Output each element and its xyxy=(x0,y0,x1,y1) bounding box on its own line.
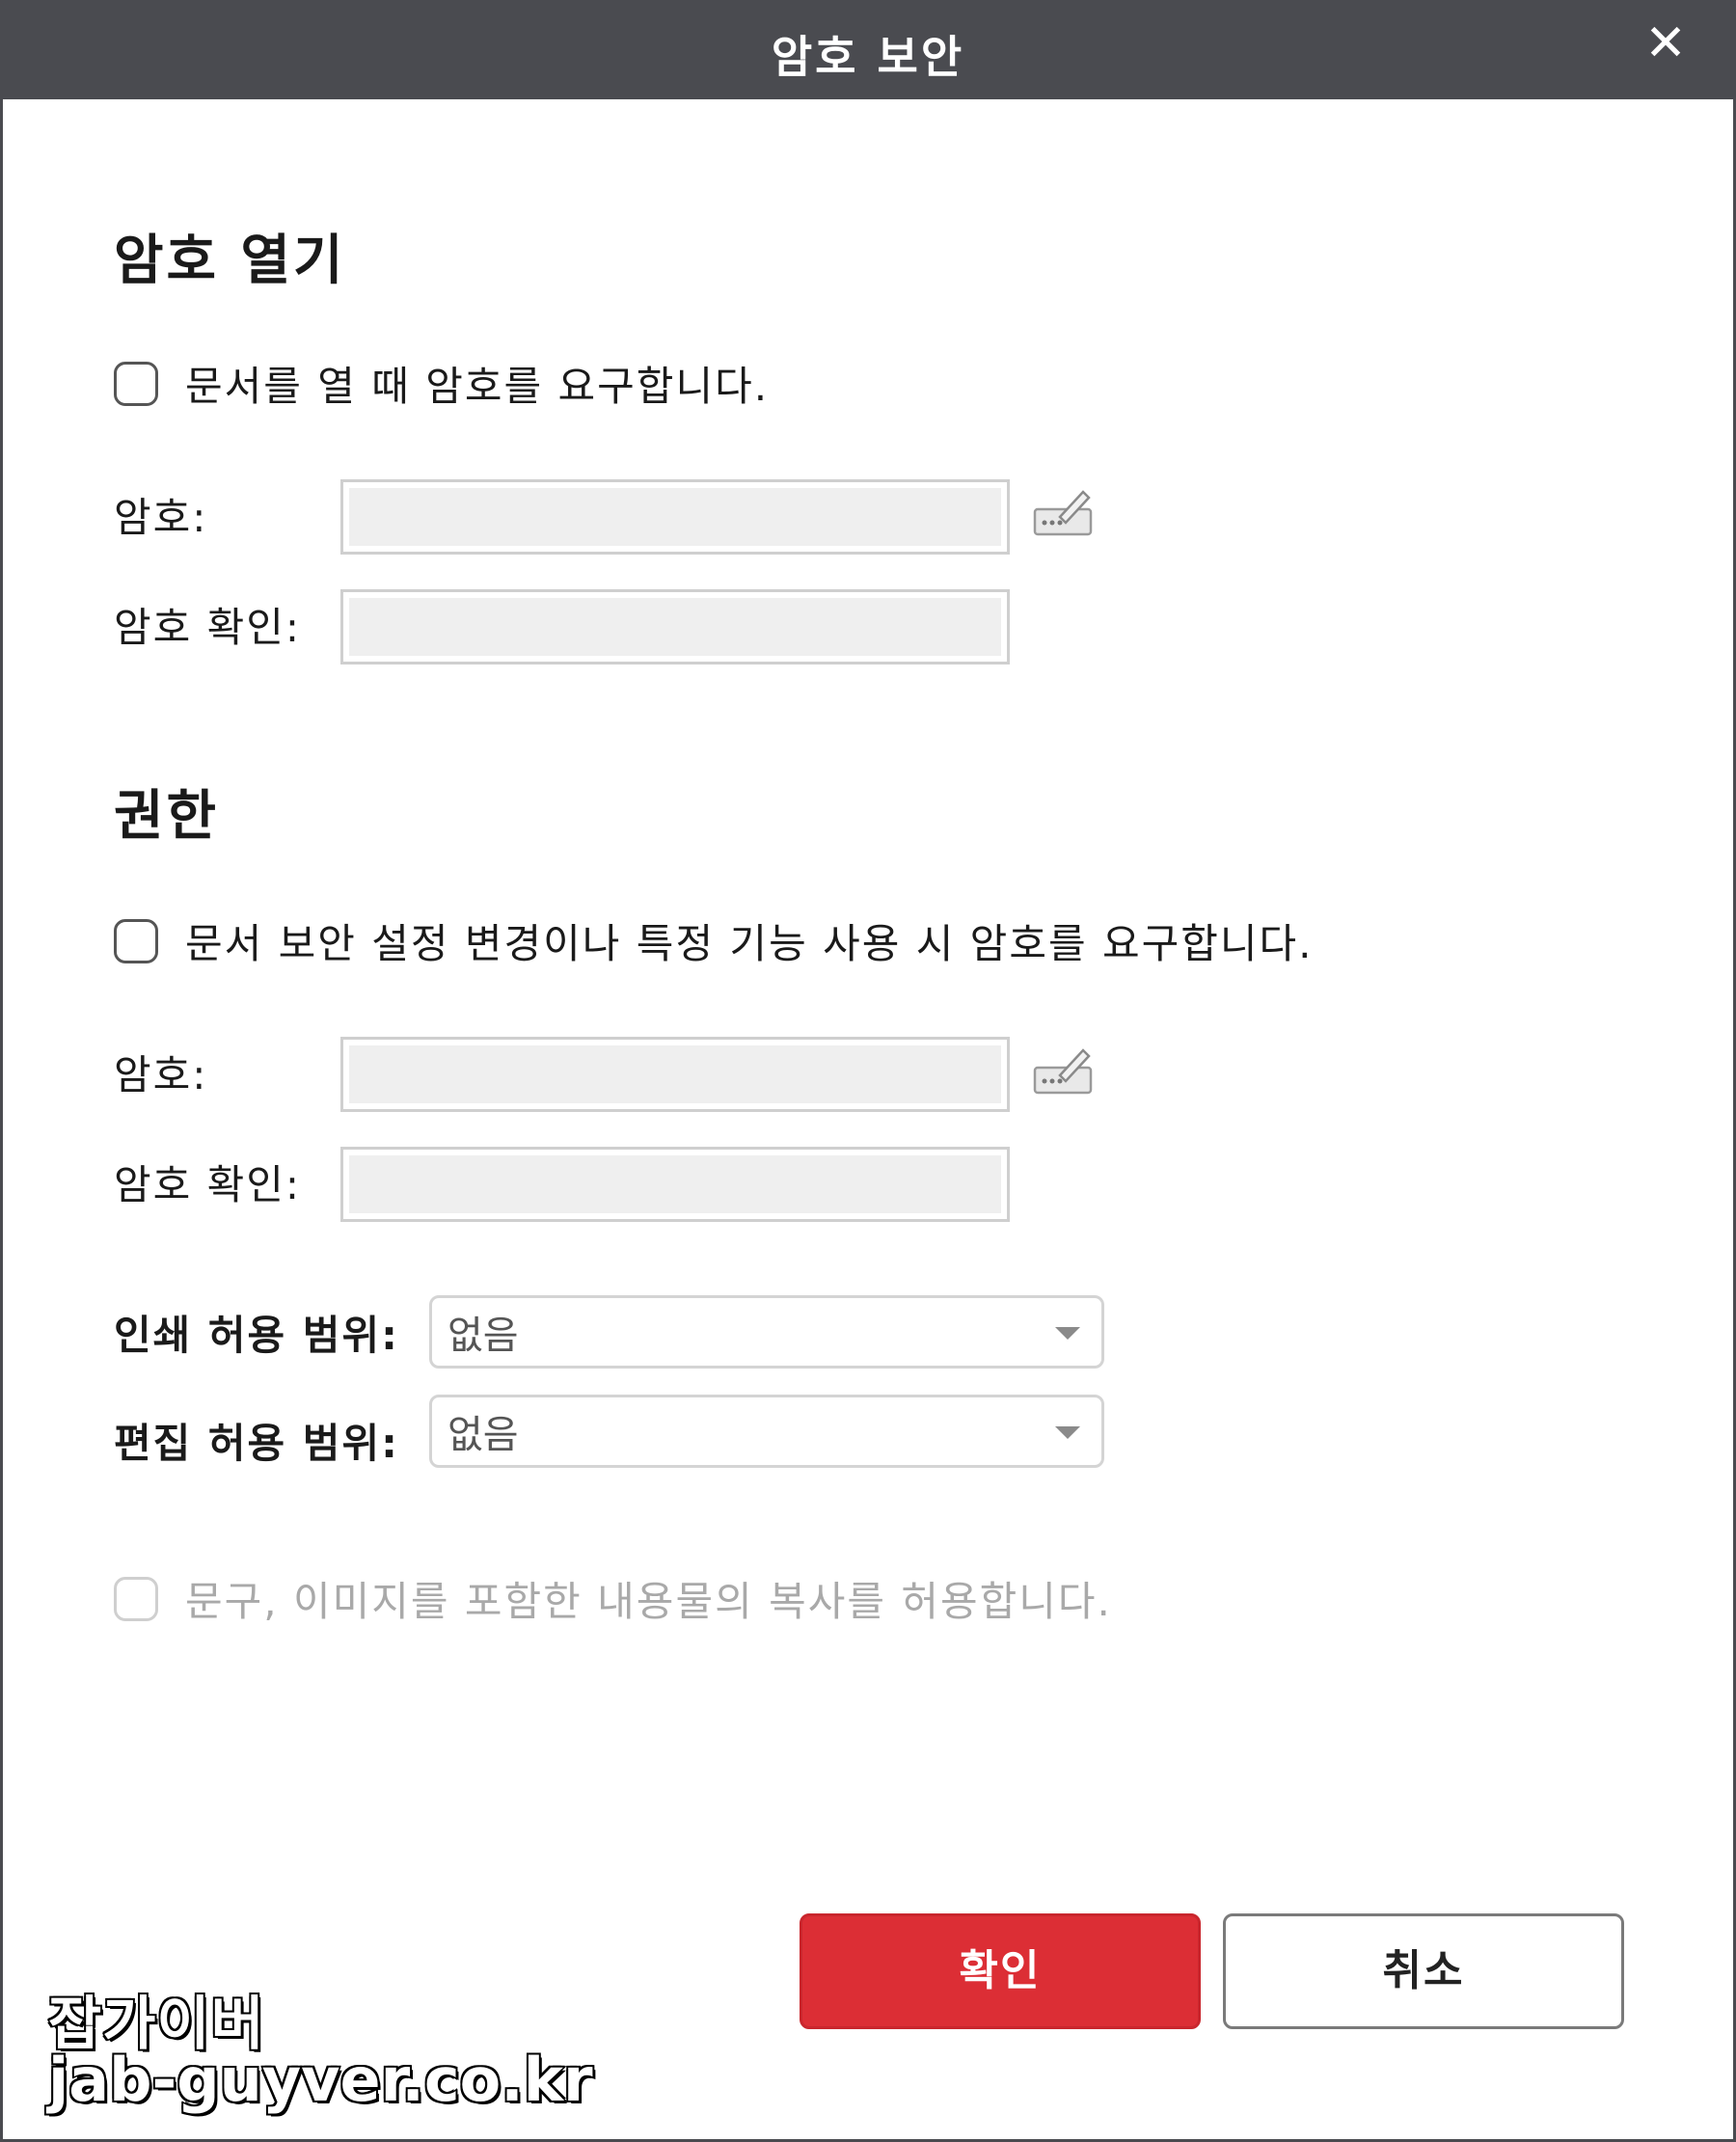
require-permissions-password-checkbox[interactable] xyxy=(114,918,158,963)
permissions-password-confirm-field[interactable] xyxy=(340,1147,1010,1222)
require-permissions-password-label: 문서 보안 설정 변경이나 특정 기능 사용 시 암호를 요구합니다. xyxy=(185,920,1314,967)
permissions-password-label: 암호: xyxy=(114,1051,208,1098)
open-password-input[interactable] xyxy=(349,488,1001,546)
require-open-password-label: 문서를 열 때 암호를 요구합니다. xyxy=(185,363,770,410)
permissions-password-confirm-input[interactable] xyxy=(349,1155,1001,1213)
require-open-password-checkbox[interactable] xyxy=(114,361,158,406)
open-password-confirm-input[interactable] xyxy=(349,598,1001,656)
open-password-field[interactable] xyxy=(340,479,1010,555)
watermark-url: jab-guyver.co.kr xyxy=(47,2044,595,2117)
print-allowed-value: 없음 xyxy=(448,1314,519,1358)
password-security-dialog: 암호 보안 ✕ 암호 열기 문서를 열 때 암호를 요구합니다. 암호: 암호 … xyxy=(0,0,1736,2142)
permissions-section-title: 권한 xyxy=(114,785,220,848)
cancel-button[interactable]: 취소 xyxy=(1223,1913,1624,2029)
print-allowed-label: 인쇄 허용 범위: xyxy=(114,1312,399,1359)
edit-password-icon[interactable] xyxy=(1031,488,1095,540)
open-password-section-title: 암호 열기 xyxy=(114,230,346,292)
allow-copy-row: 문구, 이미지를 포함한 내용물의 복사를 허용합니다. xyxy=(114,1569,1112,1628)
require-open-password-row[interactable]: 문서를 열 때 암호를 요구합니다. xyxy=(114,354,769,413)
edit-permissions-password-icon[interactable] xyxy=(1031,1046,1095,1098)
chevron-down-icon xyxy=(1055,1327,1080,1340)
ok-button[interactable]: 확인 xyxy=(800,1913,1201,2029)
close-icon[interactable]: ✕ xyxy=(1641,18,1691,68)
open-password-confirm-field[interactable] xyxy=(340,589,1010,664)
permissions-password-input[interactable] xyxy=(349,1045,1001,1103)
allow-copy-checkbox xyxy=(114,1576,158,1621)
open-password-confirm-label: 암호 확인: xyxy=(114,604,302,651)
edit-allowed-select[interactable]: 없음 xyxy=(429,1395,1104,1468)
edit-allowed-label: 편집 허용 범위: xyxy=(114,1420,399,1467)
open-password-label: 암호: xyxy=(114,494,208,541)
dialog-title: 암호 보안 xyxy=(771,31,965,83)
require-permissions-password-row[interactable]: 문서 보안 설정 변경이나 특정 기능 사용 시 암호를 요구합니다. xyxy=(114,911,1314,970)
permissions-password-confirm-label: 암호 확인: xyxy=(114,1161,302,1208)
title-bar: 암호 보안 ✕ xyxy=(3,3,1733,99)
permissions-password-field[interactable] xyxy=(340,1037,1010,1112)
edit-allowed-value: 없음 xyxy=(448,1413,519,1457)
chevron-down-icon xyxy=(1055,1426,1080,1439)
allow-copy-label: 문구, 이미지를 포함한 내용물의 복사를 허용합니다. xyxy=(185,1578,1112,1625)
print-allowed-select[interactable]: 없음 xyxy=(429,1295,1104,1369)
